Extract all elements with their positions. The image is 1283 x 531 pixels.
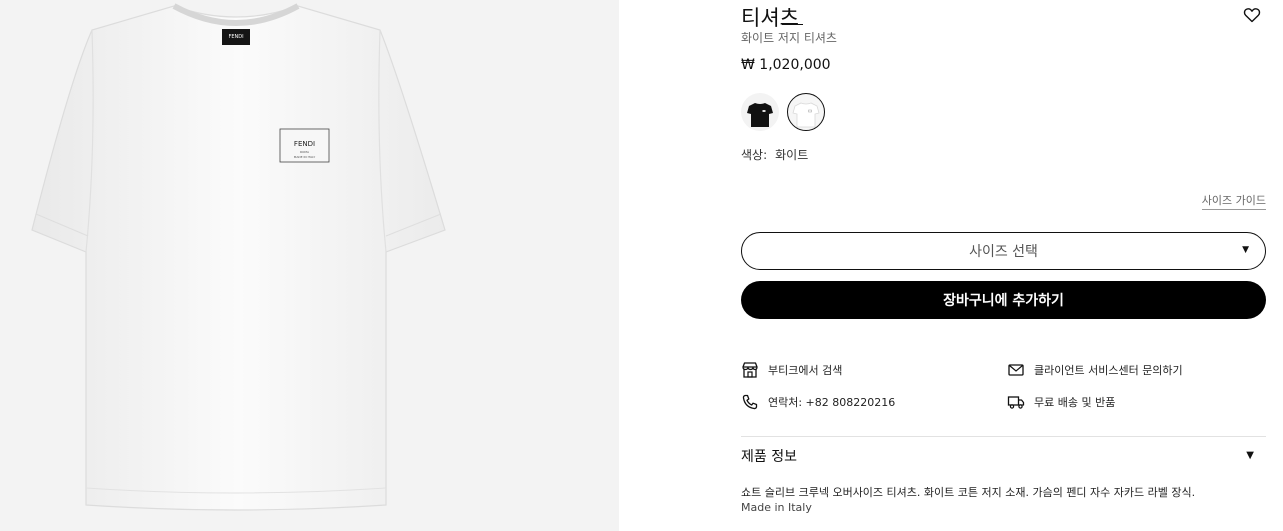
neck-tag-text: FENDI: [228, 34, 243, 40]
patch-brand-text: FENDI: [294, 140, 315, 148]
product-details-toggle[interactable]: 제품 정보 ▼: [741, 446, 1266, 466]
mail-icon: [1008, 364, 1024, 376]
product-price: ₩ 1,020,000: [741, 57, 831, 73]
patch-made-text: MADE IN ITALY: [294, 155, 316, 159]
free-shipping-label: 무료 배송 및 반품: [1034, 396, 1116, 409]
title-underline: [782, 24, 803, 25]
chevron-down-icon: ▼: [1242, 245, 1249, 255]
contact-phone-label: 연락처: +82 808220216: [768, 396, 896, 409]
black-tshirt-thumbnail: [747, 103, 773, 127]
product-info: 티셔츠 화이트 저지 티셔츠 ₩ 1,020,000 색상: 화이트 사이즈 가이…: [741, 0, 1266, 531]
boutique-search-link[interactable]: 부티크에서 검색: [741, 361, 842, 379]
store-icon: [742, 362, 758, 378]
phone-icon: [742, 394, 758, 410]
size-select-placeholder: 사이즈 선택: [969, 244, 1038, 260]
product-title: 티셔츠: [741, 6, 799, 30]
client-service-link[interactable]: 클라이언트 서비스센터 문의하기: [1007, 361, 1183, 379]
size-guide-link[interactable]: 사이즈 가이드: [1201, 192, 1266, 210]
free-shipping-link[interactable]: 무료 배송 및 반품: [1007, 393, 1115, 411]
color-value: 화이트: [775, 148, 809, 162]
selected-color: 색상: 화이트: [741, 146, 808, 163]
made-in-text: Made in Italy: [741, 501, 812, 514]
product-description: 쇼트 슬리브 크루넥 오버사이즈 티셔츠. 화이트 코튼 저지 소재. 가슴의 …: [741, 486, 1196, 499]
patch-sub-text: ROMA: [300, 150, 310, 154]
boutique-search-label: 부티크에서 검색: [768, 364, 843, 377]
color-label: 색상:: [741, 148, 768, 162]
white-tshirt-thumbnail: [792, 102, 820, 128]
client-service-label: 클라이언트 서비스센터 문의하기: [1034, 364, 1183, 377]
product-image: FENDI FENDI ROMA MADE IN ITALY: [0, 0, 619, 531]
product-subtitle: 화이트 저지 티셔츠: [741, 31, 837, 45]
divider: [741, 436, 1266, 437]
swatch-white-selected[interactable]: [787, 93, 825, 131]
product-details-title: 제품 정보: [741, 449, 797, 465]
truck-icon: [1007, 396, 1025, 409]
wishlist-button[interactable]: [1243, 6, 1261, 24]
swatch-black[interactable]: [741, 93, 779, 131]
tshirt-illustration: FENDI FENDI ROMA MADE IN ITALY: [31, 3, 446, 511]
add-to-cart-button[interactable]: 장바구니에 추가하기: [741, 281, 1266, 319]
heart-icon: [1243, 8, 1261, 23]
size-select[interactable]: 사이즈 선택 ▼: [741, 232, 1266, 270]
contact-phone-link[interactable]: 연락처: +82 808220216: [741, 393, 895, 411]
chevron-down-icon: ▼: [1246, 450, 1254, 461]
